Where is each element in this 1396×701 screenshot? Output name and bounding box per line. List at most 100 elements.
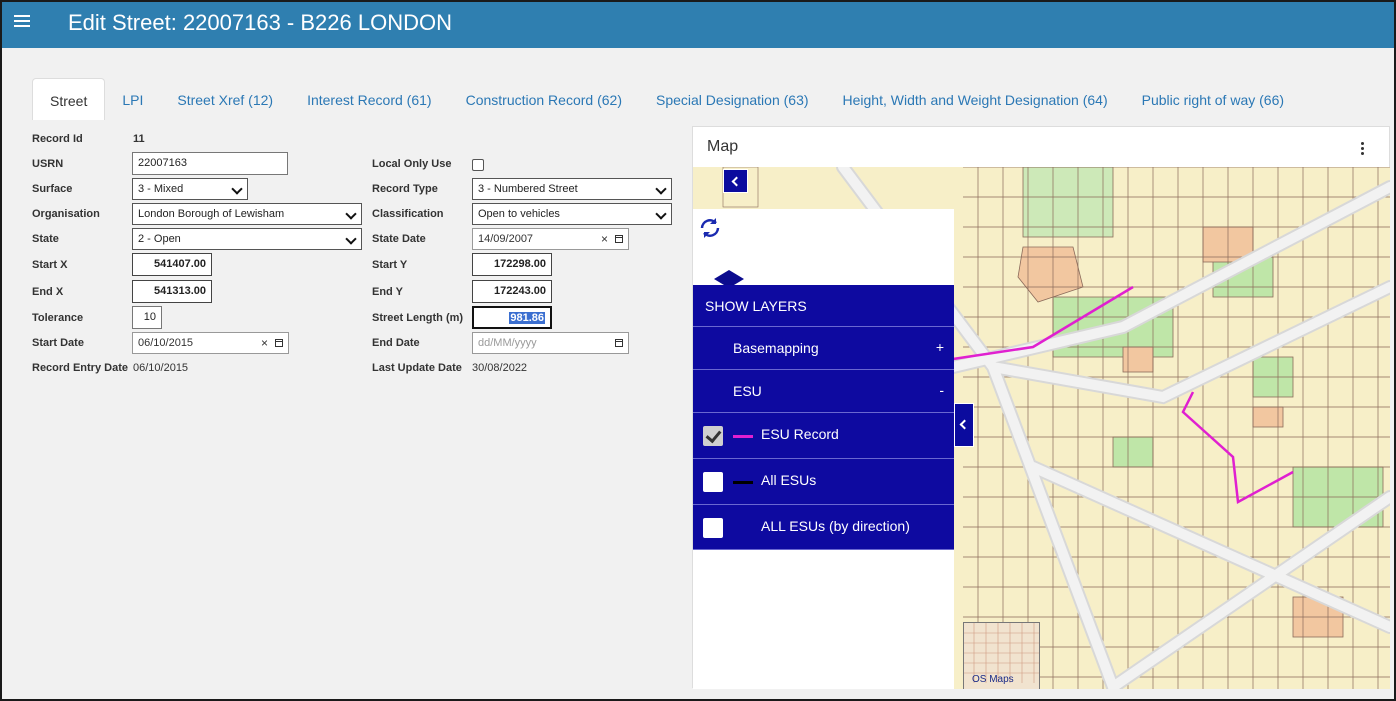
layer-group-basemapping[interactable]: Basemapping + [693,327,954,370]
collapse-layers-button[interactable] [723,169,748,193]
map-header: Map [693,127,1389,167]
refresh-icon[interactable] [697,215,723,241]
os-maps-basemap-switcher[interactable]: OS Maps [963,622,1040,689]
tab-interest-record[interactable]: Interest Record (61) [290,78,449,120]
tab-street[interactable]: Street [32,78,106,120]
start-y-label: Start Y [372,259,408,271]
esu-label: ESU [733,383,762,399]
app-window: Edit Street: 22007163 - B226 LONDON Stre… [0,0,1396,701]
layers-panel: SHOW LAYERS Basemapping + ESU - ESU Reco… [693,169,954,689]
layer-item-all-esus-direction[interactable]: ALL ESUs (by direction) [693,505,954,550]
top-bar: Edit Street: 22007163 - B226 LONDON [2,2,1394,48]
menu-icon[interactable] [14,15,30,29]
calendar-icon[interactable] [275,339,283,347]
street-length-input[interactable]: 981.86 [472,306,552,329]
organisation-value: London Borough of Lewisham [138,208,285,220]
surface-value: 3 - Mixed [138,183,184,195]
tab-bar: Street LPI Street Xref (12) Interest Rec… [32,78,1301,120]
tab-construction-record[interactable]: Construction Record (62) [449,78,639,120]
map-canvas[interactable]: SHOW LAYERS Basemapping + ESU - ESU Reco… [693,167,1390,689]
collapse-icon[interactable]: - [939,382,944,398]
end-date-label: End Date [372,337,420,349]
end-date-picker[interactable]: dd/MM/yyyy [472,332,629,354]
usrn-input[interactable]: 22007163 [132,152,288,175]
calendar-icon[interactable] [615,235,623,243]
page-title: Edit Street: 22007163 - B226 LONDON [68,10,452,35]
start-date-picker[interactable]: 06/10/2015 × [132,332,289,354]
tab-height-width-weight[interactable]: Height, Width and Weight Designation (64… [826,78,1125,120]
record-type-label: Record Type [372,183,438,195]
organisation-select[interactable]: London Borough of Lewisham [132,203,362,225]
state-value: 2 - Open [138,233,181,245]
tab-special-designation[interactable]: Special Designation (63) [639,78,826,120]
chevron-down-icon [345,233,357,245]
start-x-input[interactable]: 541407.00 [132,253,212,276]
all-esus-label: All ESUs [761,472,817,488]
esu-record-checkbox[interactable] [703,426,723,446]
layer-item-esu-record[interactable]: ESU Record [693,413,954,459]
layer-group-esu[interactable]: ESU - [693,370,954,413]
esu-record-label: ESU Record [761,426,839,442]
end-x-input[interactable]: 541313.00 [132,280,212,303]
state-date-label: State Date [372,233,426,245]
all-esus-line-swatch [733,481,753,484]
start-y-input[interactable]: 172298.00 [472,253,552,276]
chevron-left-icon [731,176,742,187]
organisation-label: Organisation [32,208,100,220]
show-layers-label: SHOW LAYERS [705,298,807,314]
classification-value: Open to vehicles [478,208,560,220]
chevron-left-icon [959,419,970,430]
tolerance-label: Tolerance [32,312,84,324]
all-esus-checkbox[interactable] [703,472,723,492]
state-select[interactable]: 2 - Open [132,228,362,250]
record-type-select[interactable]: 3 - Numbered Street [472,178,672,200]
usrn-label: USRN [32,158,64,170]
last-update-label: Last Update Date [372,362,462,374]
state-date-picker[interactable]: 14/09/2007 × [472,228,629,250]
surface-select[interactable]: 3 - Mixed [132,178,248,200]
end-date-placeholder: dd/MM/yyyy [478,337,537,349]
start-date-label: Start Date [32,337,84,349]
os-maps-label: OS Maps [972,674,1014,685]
end-y-input[interactable]: 172243.00 [472,280,552,303]
record-type-value: 3 - Numbered Street [478,183,578,195]
basemapping-label: Basemapping [733,340,819,356]
all-esus-direction-label: ALL ESUs (by direction) [761,518,910,534]
tolerance-input[interactable]: 10 [132,306,162,329]
all-esus-direction-checkbox[interactable] [703,518,723,538]
clear-icon[interactable]: × [601,232,608,246]
collapse-side-panel-button[interactable] [954,403,974,447]
local-only-label: Local Only Use [372,158,452,170]
map-panel: Map SHOW LAYERS Basemapping + ESU - ESU … [692,126,1390,689]
street-form: Record Id 11 USRN 22007163 Surface 3 - M… [2,120,690,390]
tab-public-right-of-way[interactable]: Public right of way (66) [1125,78,1301,120]
street-length-value: 981.86 [509,312,545,324]
more-options-icon[interactable] [1361,142,1365,157]
end-x-label: End X [32,286,64,298]
record-entry-value: 06/10/2015 [133,362,189,374]
tab-street-xref[interactable]: Street Xref (12) [160,78,290,120]
map-title: Map [707,138,739,155]
end-y-label: End Y [372,286,403,298]
classification-select[interactable]: Open to vehicles [472,203,672,225]
local-only-checkbox[interactable] [472,159,484,171]
clear-icon[interactable]: × [261,336,268,350]
chevron-down-icon [655,183,667,195]
expand-icon[interactable]: + [936,339,944,355]
tab-lpi[interactable]: LPI [105,78,160,120]
state-date-value: 14/09/2007 [478,233,534,245]
show-layers-header: SHOW LAYERS [693,285,954,327]
last-update-value: 30/08/2022 [472,362,528,374]
state-label: State [32,233,59,245]
record-id-label: Record Id [32,133,83,145]
calendar-icon[interactable] [615,339,623,347]
chevron-down-icon [231,183,243,195]
chevron-down-icon [345,208,357,220]
surface-label: Surface [32,183,73,195]
classification-label: Classification [372,208,444,220]
chevron-down-icon [655,208,667,220]
record-id-value: 11 [133,133,145,145]
street-length-label: Street Length (m) [372,312,464,324]
layer-item-all-esus[interactable]: All ESUs [693,459,954,505]
start-x-label: Start X [32,259,68,271]
